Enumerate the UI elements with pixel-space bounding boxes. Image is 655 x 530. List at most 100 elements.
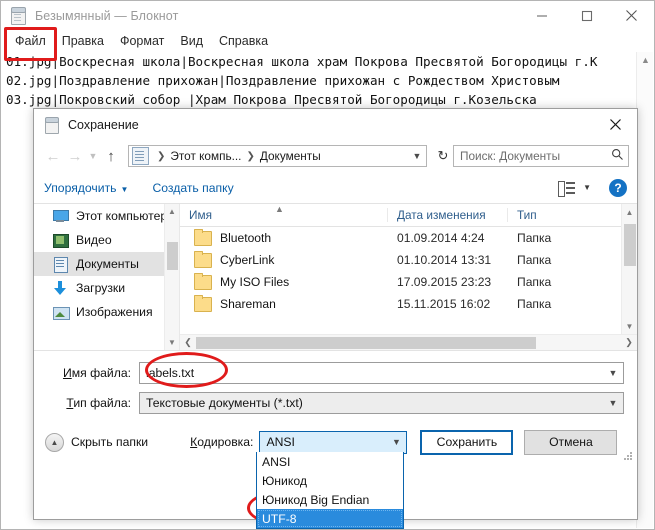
up-arrow-icon[interactable]: ↑: [100, 145, 122, 167]
file-date-cell: 15.11.2015 16:02: [388, 297, 508, 311]
hide-folders-label: Скрыть папки: [71, 435, 148, 449]
hide-folders-button[interactable]: ▲ Скрыть папки: [45, 433, 148, 452]
menu-item-file[interactable]: Файл: [7, 32, 54, 50]
file-list-horizontal-scrollbar[interactable]: ❮ ❯: [180, 334, 637, 350]
scrollbar-thumb[interactable]: [167, 242, 178, 270]
breadcrumb-item-computer[interactable]: Этот компь...: [170, 149, 241, 163]
video-icon: [52, 233, 69, 248]
view-chevron-down-icon[interactable]: ▼: [583, 183, 591, 192]
menu-item-edit[interactable]: Правка: [54, 32, 112, 50]
sidebar-item-computer[interactable]: Этот компьютер: [34, 204, 179, 228]
sidebar-item-video[interactable]: Видео: [34, 228, 179, 252]
filetype-select[interactable]: Текстовые документы (*.txt) ▼: [139, 392, 624, 414]
documents-icon: [52, 257, 69, 272]
sidebar-item-documents[interactable]: Документы: [34, 252, 179, 276]
folder-icon: [194, 275, 212, 290]
minimize-icon[interactable]: [519, 1, 564, 30]
column-header-date[interactable]: Дата изменения: [388, 208, 508, 222]
forward-arrow-icon[interactable]: →: [64, 145, 86, 167]
chevron-down-icon[interactable]: ▼: [603, 368, 623, 378]
navigation-pane: Этот компьютер Видео Документы Загрузки …: [34, 204, 180, 350]
organize-button[interactable]: Упорядочить▼: [44, 181, 128, 195]
scroll-down-icon[interactable]: ▼: [622, 318, 637, 334]
navigation-pane-scrollbar[interactable]: ▲ ▼: [164, 204, 179, 350]
filename-label-rest: мя файла:: [72, 366, 131, 380]
scroll-down-icon[interactable]: ▼: [165, 335, 179, 350]
scroll-right-icon[interactable]: ❯: [621, 335, 637, 350]
computer-icon: [52, 209, 69, 224]
resize-grip-icon[interactable]: [624, 452, 633, 461]
column-header-name[interactable]: Имя ▲: [180, 208, 388, 222]
file-date-cell: 01.10.2014 13:31: [388, 253, 508, 267]
file-name-label: Bluetooth: [220, 231, 271, 245]
menu-item-format[interactable]: Формат: [112, 32, 172, 50]
notepad-icon: [44, 117, 60, 133]
table-row[interactable]: Bluetooth 01.09.2014 4:24 Папка: [180, 227, 637, 249]
filename-input[interactable]: labels.txt ▼: [139, 362, 624, 384]
search-input[interactable]: Поиск: Документы: [454, 149, 606, 163]
scroll-left-icon[interactable]: ❮: [180, 335, 196, 350]
chevron-down-icon[interactable]: ▼: [386, 437, 406, 447]
dropdown-option-unicode[interactable]: Юникод: [257, 471, 403, 490]
help-icon[interactable]: ?: [609, 179, 627, 197]
breadcrumb-item-documents[interactable]: Документы: [260, 149, 321, 163]
pictures-icon: [52, 305, 69, 320]
menu-item-help[interactable]: Справка: [211, 32, 276, 50]
sidebar-item-pictures[interactable]: Изображения: [34, 300, 179, 324]
dropdown-option-unicode-big-endian[interactable]: Юникод Big Endian: [257, 490, 403, 509]
encoding-label-rest: одировка:: [197, 435, 253, 449]
dialog-navigation-bar: ← → ▼ ↑ ❯ Этот компь... ❯ Документы ▼ ↻ …: [34, 140, 637, 172]
new-folder-button[interactable]: Создать папку: [152, 181, 233, 195]
filename-value: labels.txt: [140, 366, 603, 380]
file-list-vertical-scrollbar[interactable]: ▲ ▼: [621, 204, 637, 334]
dropdown-option-ansi[interactable]: ANSI: [257, 452, 403, 471]
breadcrumb-separator: ❯: [152, 151, 170, 162]
encoding-select[interactable]: ANSI ▼: [259, 431, 407, 454]
table-row[interactable]: My ISO Files 17.09.2015 23:23 Папка: [180, 271, 637, 293]
address-bar[interactable]: ❯ Этот компь... ❯ Документы ▼: [128, 145, 427, 167]
filename-label: Имя файла:: [34, 366, 139, 380]
dropdown-option-utf8[interactable]: UTF-8: [257, 509, 403, 528]
encoding-label: Кодировка:: [190, 435, 253, 449]
table-row[interactable]: CyberLink 01.10.2014 13:31 Папка: [180, 249, 637, 271]
save-button[interactable]: Сохранить: [420, 430, 513, 455]
scroll-up-icon[interactable]: ▲: [637, 52, 654, 68]
breadcrumb-separator: ❯: [241, 151, 259, 162]
sidebar-item-downloads[interactable]: Загрузки: [34, 276, 179, 300]
chevron-down-icon[interactable]: ▼: [408, 151, 426, 161]
text-line: 03.jpg|Покровский собор |Храм Покрова Пр…: [2, 90, 653, 109]
encoding-value: ANSI: [260, 435, 386, 449]
table-row[interactable]: Shareman 15.11.2015 16:02 Папка: [180, 293, 637, 315]
cancel-button[interactable]: Отмена: [524, 430, 617, 455]
search-icon: [606, 148, 628, 164]
notepad-vertical-scrollbar[interactable]: ▲: [636, 52, 653, 528]
menu-item-view[interactable]: Вид: [172, 32, 211, 50]
scrollbar-track[interactable]: [196, 335, 621, 350]
sidebar-item-label: Загрузки: [76, 281, 125, 295]
scroll-up-icon[interactable]: ▲: [622, 204, 637, 220]
sort-ascending-icon: ▲: [275, 204, 284, 214]
notepad-icon: [10, 7, 27, 24]
filetype-value: Текстовые документы (*.txt): [140, 396, 603, 410]
documents-icon: [132, 147, 149, 165]
back-arrow-icon[interactable]: ←: [42, 145, 64, 167]
scrollbar-thumb[interactable]: [624, 224, 636, 266]
scrollbar-thumb[interactable]: [196, 337, 536, 349]
close-icon[interactable]: [609, 1, 654, 30]
file-type-cell: Папка: [508, 297, 578, 311]
column-header-type[interactable]: Тип: [508, 208, 578, 222]
text-line: 02.jpg|Поздравление прихожан|Поздравлени…: [2, 71, 653, 90]
chevron-down-icon[interactable]: ▼: [603, 398, 623, 408]
view-list-icon[interactable]: [558, 181, 576, 195]
encoding-dropdown-list[interactable]: ANSI Юникод Юникод Big Endian UTF-8: [256, 452, 404, 529]
recent-locations-chevron-icon[interactable]: ▼: [86, 151, 100, 161]
file-date-cell: 01.09.2014 4:24: [388, 231, 508, 245]
refresh-icon[interactable]: ↻: [433, 148, 453, 164]
scroll-up-icon[interactable]: ▲: [165, 204, 179, 219]
filename-row: Имя файла: labels.txt ▼: [34, 360, 637, 385]
search-box[interactable]: Поиск: Документы: [453, 145, 629, 167]
maximize-icon[interactable]: [564, 1, 609, 30]
folder-icon: [194, 231, 212, 246]
close-icon[interactable]: [593, 109, 637, 140]
file-type-cell: Папка: [508, 275, 578, 289]
